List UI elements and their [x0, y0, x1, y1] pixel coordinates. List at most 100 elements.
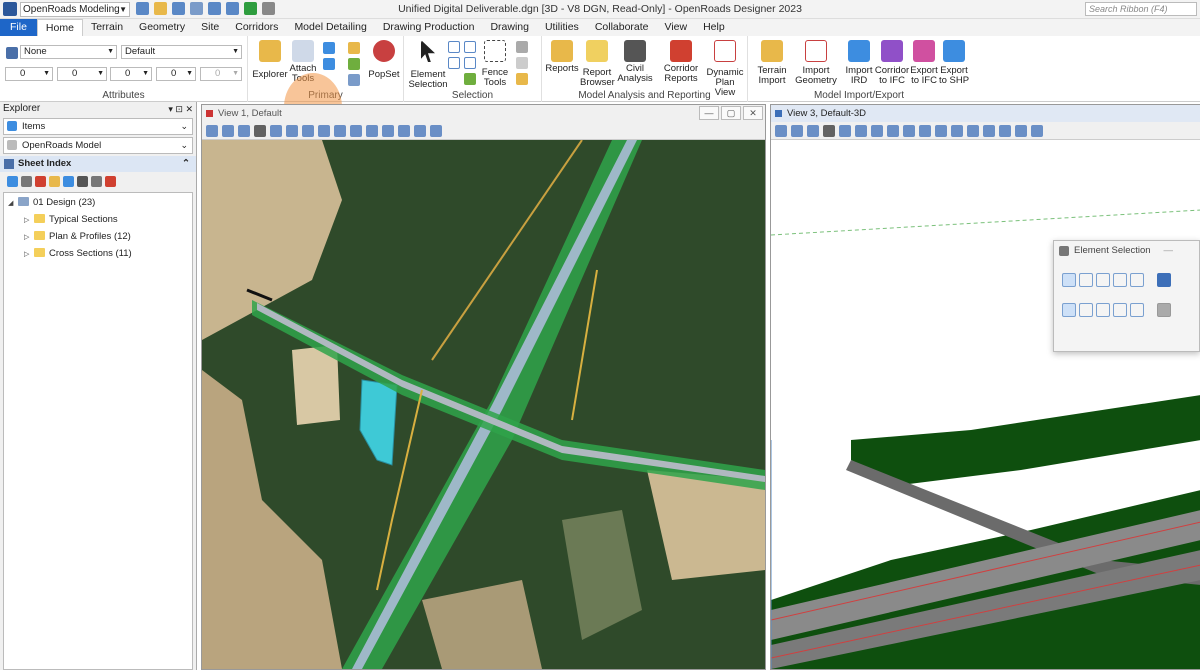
window-area-icon[interactable]: [318, 125, 330, 137]
window-area-icon[interactable]: [887, 125, 899, 137]
small-tool-icon[interactable]: [323, 58, 335, 70]
linestyle-combo[interactable]: 0 ▼: [110, 67, 152, 81]
tab-home[interactable]: Home: [36, 19, 83, 36]
corridor-to-ifc-button[interactable]: Corridor to IFC: [874, 40, 910, 86]
terrain-import-button[interactable]: Terrain Import: [752, 40, 792, 86]
export-to-shp-button[interactable]: Export to SHP: [938, 40, 970, 86]
layer-icon[interactable]: [348, 42, 360, 54]
import-ird-button[interactable]: Import IRD: [844, 40, 874, 86]
select-icon[interactable]: [464, 57, 476, 69]
small-tool-icon[interactable]: [348, 74, 360, 86]
view-3-canvas[interactable]: [770, 140, 1200, 669]
search-ribbon-input[interactable]: Search Ribbon (F4): [1085, 2, 1197, 16]
element-selection-button[interactable]: Element Selection: [408, 40, 448, 90]
tab-model-detailing[interactable]: Model Detailing: [286, 19, 374, 36]
priority-combo[interactable]: 0 ▼: [200, 67, 242, 81]
tab-utilities[interactable]: Utilities: [537, 19, 587, 36]
expand-icon[interactable]: ▷: [24, 231, 34, 245]
export-to-ifc-button[interactable]: Export to IFC: [910, 40, 938, 86]
link-icon[interactable]: [63, 176, 74, 187]
clip-volume-icon[interactable]: [430, 125, 442, 137]
update-view-icon[interactable]: [839, 125, 851, 137]
weight-combo[interactable]: 0 ▼: [57, 67, 107, 81]
select-icon[interactable]: [464, 73, 476, 85]
tab-site[interactable]: Site: [193, 19, 227, 36]
display-style-icon[interactable]: [791, 125, 803, 137]
popset-button[interactable]: PopSet: [368, 40, 400, 80]
zoom-out-icon[interactable]: [302, 125, 314, 137]
tree-item[interactable]: ▷ Cross Sections (11): [24, 247, 132, 261]
fit-view-icon[interactable]: [334, 125, 346, 137]
view-attributes-icon[interactable]: [206, 125, 218, 137]
collapse-icon[interactable]: ◢: [8, 197, 18, 211]
explorer-controls[interactable]: ▾ ⊡ ✕: [168, 102, 193, 116]
folder-icon[interactable]: [35, 176, 46, 187]
clip-volume-icon[interactable]: [1015, 125, 1027, 137]
grid-icon[interactable]: [21, 176, 32, 187]
report-browser-button[interactable]: Report Browser: [580, 40, 615, 88]
clear-mode-icon[interactable]: [1130, 303, 1144, 317]
minimize-button[interactable]: —: [699, 106, 719, 120]
copy-view-icon[interactable]: [414, 125, 426, 137]
bentley-icon[interactable]: [823, 125, 835, 137]
tab-geometry[interactable]: Geometry: [131, 19, 193, 36]
paste-icon[interactable]: [516, 73, 528, 85]
tree-item[interactable]: ▷ Plan & Profiles (12): [24, 230, 131, 244]
block-method-icon[interactable]: [1079, 273, 1093, 287]
zoom-out-icon[interactable]: [871, 125, 883, 137]
walk-icon[interactable]: [935, 125, 947, 137]
update-view-icon[interactable]: [270, 125, 282, 137]
civil-analysis-button[interactable]: Civil Analysis: [616, 40, 654, 84]
transparency-combo[interactable]: 0 ▼: [156, 67, 196, 81]
select-icon[interactable]: [448, 41, 460, 53]
tree-item[interactable]: ▷ Typical Sections: [24, 213, 118, 227]
new-mode-icon[interactable]: [1062, 303, 1076, 317]
tab-collaborate[interactable]: Collaborate: [587, 19, 657, 36]
cut-icon[interactable]: [516, 41, 528, 53]
line-method-icon[interactable]: [1130, 273, 1144, 287]
color-combo[interactable]: 0 ▼: [5, 67, 53, 81]
reports-button[interactable]: Reports: [544, 40, 580, 74]
close-button[interactable]: ✕: [743, 106, 763, 120]
select-all-icon[interactable]: [1157, 303, 1171, 317]
clip-mask-icon[interactable]: [1031, 125, 1043, 137]
settings-icon[interactable]: [238, 125, 250, 137]
add-mode-icon[interactable]: [1079, 303, 1093, 317]
select-icon[interactable]: [448, 57, 460, 69]
explorer-openroads-model-section[interactable]: OpenRoads Model ⌄: [3, 137, 193, 154]
tab-drawing[interactable]: Drawing: [482, 19, 537, 36]
expand-icon[interactable]: ▷: [24, 248, 34, 262]
zoom-in-icon[interactable]: [855, 125, 867, 137]
view-attributes-icon[interactable]: [775, 125, 787, 137]
subtract-mode-icon[interactable]: [1096, 303, 1110, 317]
rotate-view-icon[interactable]: [350, 125, 362, 137]
filter-icon[interactable]: [91, 176, 102, 187]
tree-root[interactable]: ◢ 01 Design (23): [8, 196, 95, 210]
copy-icon[interactable]: [516, 57, 528, 69]
tab-help[interactable]: Help: [695, 19, 733, 36]
small-tool-icon[interactable]: [323, 42, 335, 54]
view-next-icon[interactable]: [983, 125, 995, 137]
tab-terrain[interactable]: Terrain: [83, 19, 131, 36]
explorer-button[interactable]: Explorer: [252, 40, 288, 80]
tab-drawing-production[interactable]: Drawing Production: [375, 19, 483, 36]
fence-tools-button[interactable]: Fence Tools: [480, 40, 510, 88]
select-icon[interactable]: [464, 41, 476, 53]
style-combo[interactable]: Default ▼: [121, 45, 242, 59]
bentley-icon[interactable]: [254, 125, 266, 137]
clear-selection-icon[interactable]: [1157, 273, 1171, 287]
import-geometry-button[interactable]: Import Geometry: [794, 40, 838, 86]
circle-method-icon[interactable]: [1113, 273, 1127, 287]
pan-view-icon[interactable]: [366, 125, 378, 137]
level-combo[interactable]: None ▼: [20, 45, 117, 59]
camera-icon[interactable]: [951, 125, 963, 137]
invert-mode-icon[interactable]: [1113, 303, 1127, 317]
corridor-reports-button[interactable]: Corridor Reports: [660, 40, 702, 84]
tab-corridors[interactable]: Corridors: [227, 19, 286, 36]
sheet-index-header[interactable]: Sheet Index ⌃: [0, 156, 196, 172]
copy-view-icon[interactable]: [999, 125, 1011, 137]
small-tool-icon[interactable]: [348, 58, 360, 70]
view-previous-icon[interactable]: [382, 125, 394, 137]
shape-method-icon[interactable]: [1096, 273, 1110, 287]
expand-icon[interactable]: ▷: [24, 214, 34, 228]
